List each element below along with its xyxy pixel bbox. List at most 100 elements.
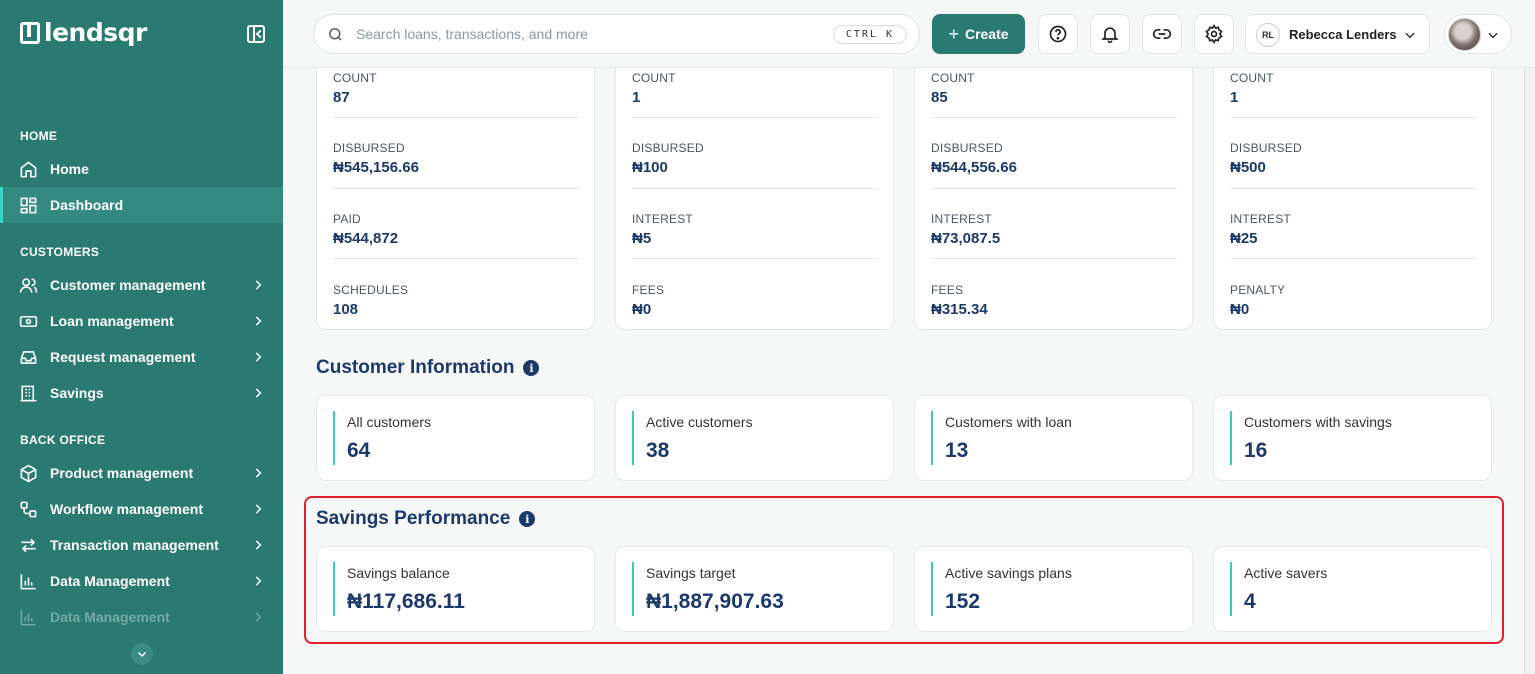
divider — [931, 188, 1177, 189]
stat-interest: INTEREST ₦5 — [632, 212, 693, 247]
brand-logo[interactable]: lendsqr — [20, 18, 147, 47]
sidebar-collapse-icon[interactable] — [247, 25, 265, 43]
divider — [333, 258, 579, 259]
sidebar-item-transaction-management[interactable]: Transaction management — [0, 527, 283, 563]
users-icon — [18, 275, 38, 295]
sidebar-item-loan-management[interactable]: Loan management — [0, 303, 283, 339]
accent-bar — [931, 562, 933, 616]
divider — [333, 117, 579, 118]
sidebar-item-label: Home — [50, 161, 89, 177]
link-button[interactable] — [1142, 14, 1182, 54]
divider — [931, 117, 1177, 118]
sidebar-item-customer-management[interactable]: Customer management — [0, 267, 283, 303]
metric-card-customers-with-loan: Customers with loan 13 — [914, 395, 1193, 481]
metric-value: ₦1,887,907.63 — [646, 590, 784, 613]
info-icon[interactable]: i — [523, 360, 540, 376]
plus-icon: + — [948, 24, 959, 44]
help-icon — [1049, 25, 1067, 43]
chevron-right-icon — [255, 468, 262, 478]
metric-card-active-savers: Active savers 4 — [1213, 546, 1492, 632]
chevron-down-icon — [1405, 32, 1415, 39]
loan-summary-card-2: COUNT 1 DISBURSED ₦100 INTEREST ₦5 FEES ₦0 — [615, 68, 894, 330]
stat-disbursed: DISBURSED ₦500 — [1230, 141, 1302, 176]
loan-summary-card-3: COUNT 85 DISBURSED ₦544,556.66 INTEREST ₦73… — [914, 68, 1193, 330]
notifications-button[interactable] — [1090, 14, 1130, 54]
sidebar-item-savings[interactable]: Savings — [0, 375, 283, 411]
divider — [1230, 188, 1476, 189]
help-button[interactable] — [1038, 14, 1078, 54]
stat-paid: PAID ₦544,872 — [333, 212, 399, 247]
metric-card-all-customers: All customers 64 — [316, 395, 595, 481]
user-menu[interactable]: RL Rebecca Lenders — [1245, 14, 1430, 54]
metric-value: 4 — [1244, 590, 1256, 613]
chevron-right-icon — [255, 612, 262, 622]
info-icon[interactable]: i — [519, 511, 536, 527]
metric-label: Active savings plans — [945, 565, 1072, 581]
metric-label: Savings balance — [347, 565, 450, 581]
metric-label: Savings target — [646, 565, 736, 581]
user-name: Rebecca Lenders — [1289, 27, 1397, 42]
chevron-right-icon — [255, 576, 262, 586]
stat-count: COUNT 85 — [931, 71, 975, 106]
divider — [931, 258, 1177, 259]
chevron-right-icon — [255, 280, 262, 290]
bar-chart-icon — [18, 571, 38, 591]
main-scrollbar[interactable] — [1524, 68, 1535, 674]
sidebar-item-label: Request management — [50, 349, 196, 365]
metric-label: Active savers — [1244, 565, 1328, 581]
metric-card-active-savings-plans: Active savings plans 152 — [914, 546, 1193, 632]
sidebar-item-label: Savings — [50, 385, 104, 401]
profile-menu[interactable] — [1444, 14, 1512, 54]
sidebar-item-home[interactable]: Home — [0, 151, 283, 187]
customer-information-heading: Customer Information i — [316, 357, 540, 379]
search-bar[interactable]: CTRL K — [313, 14, 920, 54]
accent-bar — [333, 411, 335, 465]
stat-interest: INTEREST ₦73,087.5 — [931, 212, 1001, 247]
accent-bar — [632, 562, 634, 616]
sidebar-scroll-down-button[interactable] — [131, 643, 153, 665]
create-button-label: Create — [964, 26, 1009, 42]
sidebar-item-data-management-2[interactable]: Data Management — [0, 599, 283, 635]
home-icon — [18, 159, 38, 179]
stat-schedules: SCHEDULES 108 — [333, 283, 409, 318]
divider — [632, 117, 878, 118]
gear-icon — [1205, 24, 1223, 44]
sidebar-item-label: Loan management — [50, 313, 174, 329]
search-input[interactable] — [356, 24, 816, 44]
stat-fees: FEES ₦0 — [632, 283, 665, 318]
chevron-down-icon — [137, 651, 147, 658]
metric-label: Active customers — [646, 414, 753, 430]
create-button[interactable]: + Create — [932, 14, 1025, 54]
user-initials-avatar: RL — [1256, 23, 1280, 47]
metric-value: 64 — [347, 439, 371, 462]
sidebar-item-product-management[interactable]: Product management — [0, 455, 283, 491]
sidebar-item-label: Workflow management — [50, 501, 203, 517]
chevron-right-icon — [255, 504, 262, 514]
metric-value: 13 — [945, 439, 969, 462]
stat-disbursed: DISBURSED ₦545,156.66 — [333, 141, 419, 176]
metric-label: All customers — [347, 414, 432, 430]
chevron-right-icon — [255, 540, 262, 550]
stat-count: COUNT 1 — [1230, 71, 1274, 106]
settings-button[interactable] — [1194, 14, 1234, 54]
sidebar-item-request-management[interactable]: Request management — [0, 339, 283, 375]
metric-value: ₦117,686.11 — [347, 590, 465, 613]
sidebar-item-label: Data Management — [50, 609, 170, 625]
banknote-icon — [18, 311, 38, 331]
accent-bar — [931, 411, 933, 465]
avatar — [1448, 18, 1481, 51]
stat-count: COUNT 87 — [333, 71, 377, 106]
metric-card-savings-balance: Savings balance ₦117,686.11 — [316, 546, 595, 632]
sidebar-item-dashboard[interactable]: Dashboard — [0, 187, 283, 223]
loan-summary-card-1: COUNT 87 DISBURSED ₦545,156.66 PAID ₦544,87… — [316, 68, 595, 330]
sidebar: lendsqr HOME Home Dashboard CUSTOMERS Cu… — [0, 0, 283, 674]
sidebar-section-back-office: BACK OFFICE — [20, 433, 106, 447]
sidebar-item-data-management[interactable]: Data Management — [0, 563, 283, 599]
bar-chart-icon — [18, 607, 38, 627]
sidebar-item-workflow-management[interactable]: Workflow management — [0, 491, 283, 527]
search-shortcut-badge: CTRL K — [832, 25, 907, 44]
divider — [1230, 117, 1476, 118]
divider — [632, 258, 878, 259]
piggybank-icon — [18, 383, 38, 403]
sidebar-item-label: Data Management — [50, 573, 170, 589]
